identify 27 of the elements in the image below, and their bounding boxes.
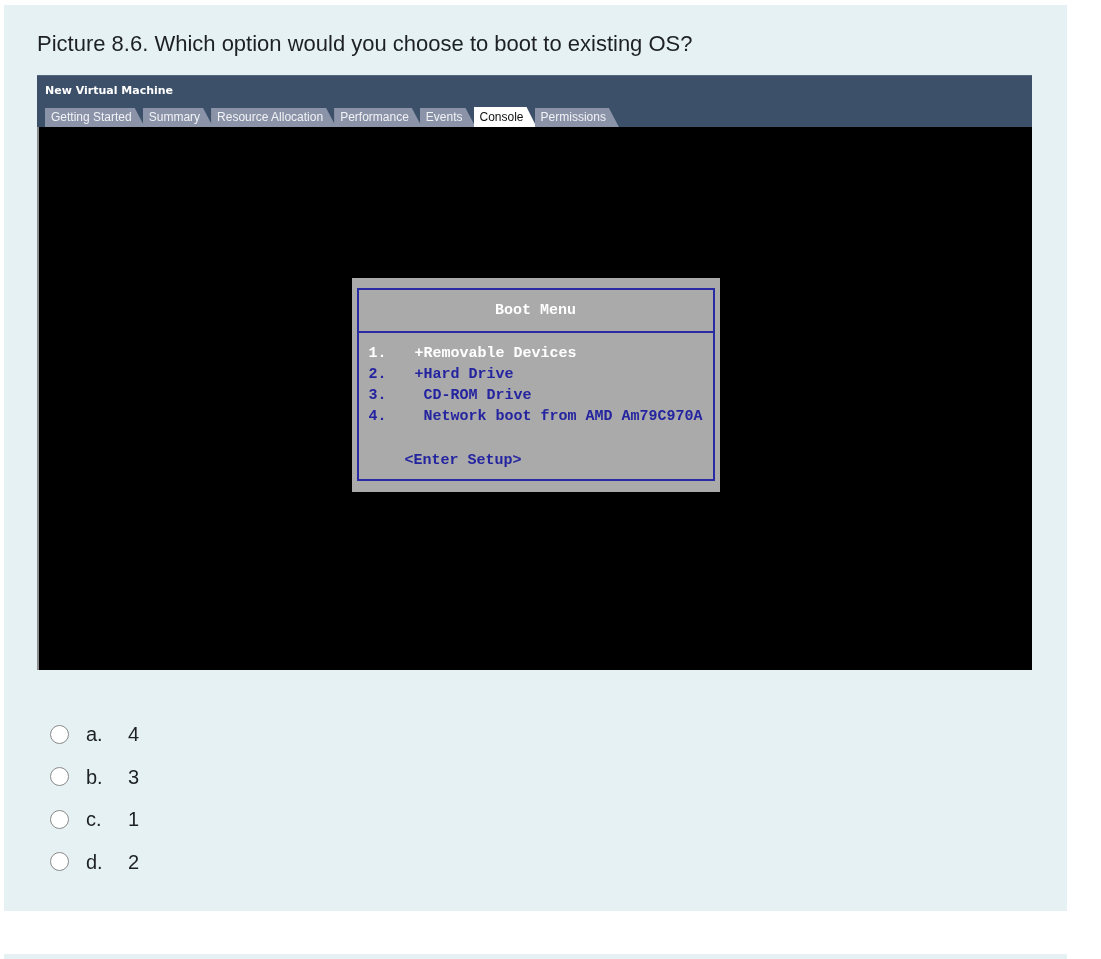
- boot-menu-item[interactable]: 3. CD-ROM Drive: [368, 385, 532, 406]
- question-text: Picture 8.6. Which option would you choose to boot to existing OS?: [37, 30, 693, 58]
- tab[interactable]: Console: [473, 107, 537, 127]
- option-letter: c.: [86, 807, 103, 833]
- option-text: 4: [128, 722, 140, 748]
- boot-menu-title: Boot Menu: [495, 301, 576, 321]
- radio-button[interactable]: [50, 767, 69, 787]
- boot-menu-item[interactable]: 4. Network boot from AMD Am79C970A: [368, 406, 703, 427]
- tab[interactable]: Events: [419, 108, 476, 127]
- radio-button[interactable]: [50, 724, 69, 744]
- tab[interactable]: Resource Allocation: [211, 108, 337, 127]
- option-text: 1: [128, 807, 140, 833]
- tab[interactable]: Getting Started: [45, 108, 145, 127]
- tab[interactable]: Permissions: [534, 108, 619, 127]
- option-letter: a.: [86, 722, 104, 748]
- option-text: 3: [128, 764, 140, 790]
- tab[interactable]: Performance: [334, 108, 422, 127]
- boot-menu-item[interactable]: 1. +Removable Devices: [368, 343, 577, 364]
- boot-menu-item[interactable]: 2. +Hard Drive: [368, 364, 514, 385]
- option-letter: b.: [86, 764, 104, 790]
- enter-setup-option[interactable]: <Enter Setup>: [404, 450, 522, 471]
- option-letter: d.: [86, 849, 104, 875]
- radio-button[interactable]: [50, 809, 69, 829]
- tab[interactable]: Summary: [142, 108, 214, 127]
- option-text: 2: [128, 849, 140, 875]
- window-title: New Virtual Machine: [45, 84, 174, 97]
- radio-button[interactable]: [50, 852, 69, 872]
